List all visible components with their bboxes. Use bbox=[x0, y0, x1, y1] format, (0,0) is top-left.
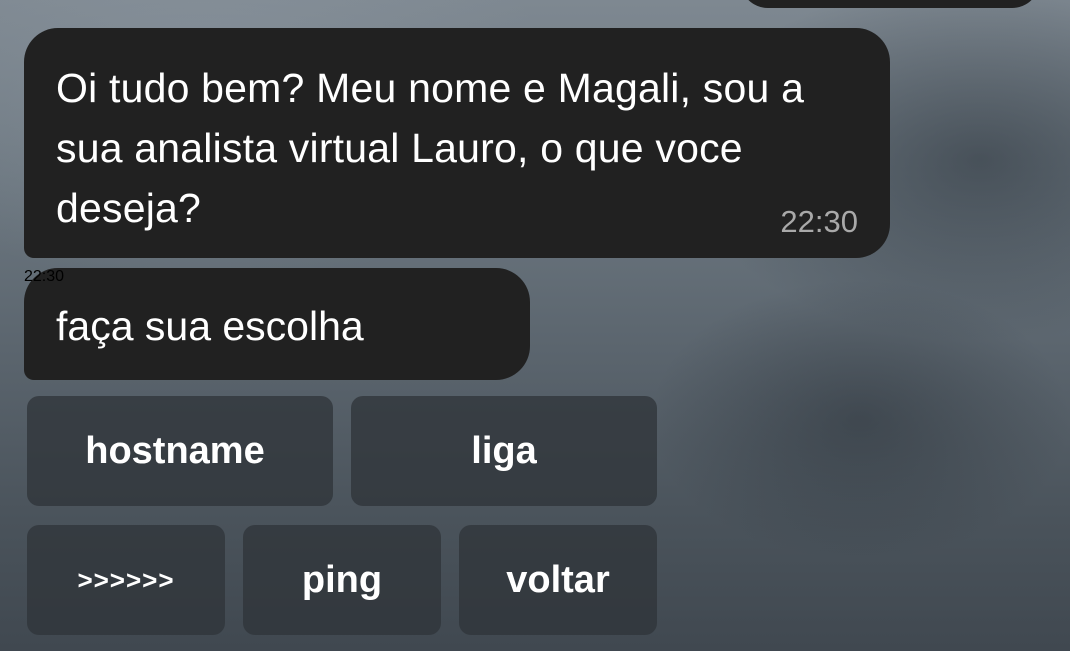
message-time: 22:30 bbox=[780, 204, 858, 239]
keyboard-button-label: >>>>>> bbox=[77, 564, 175, 595]
keyboard-button-label: ping bbox=[301, 558, 383, 601]
message-bubble[interactable]: Oi tudo bem? Meu nome e Magali, sou a su… bbox=[24, 28, 890, 258]
keyboard-button-liga[interactable]: liga bbox=[351, 396, 657, 506]
keyboard-button-voltar[interactable]: voltar bbox=[459, 525, 657, 635]
keyboard-button-label: liga bbox=[471, 429, 537, 472]
message-time: 22:30 bbox=[24, 268, 65, 285]
keyboard-button-ping[interactable]: ping bbox=[243, 525, 441, 635]
keyboard-button-label: voltar bbox=[506, 558, 610, 601]
chat-area: Oi tudo bem? Meu nome e Magali, sou a su… bbox=[0, 0, 1070, 651]
message-text: Oi tudo bem? Meu nome e Magali, sou a su… bbox=[56, 65, 805, 231]
previous-message-bubble bbox=[740, 0, 1040, 8]
keyboard-button-label: hostname bbox=[85, 429, 265, 472]
keyboard-button-hostname[interactable]: hostname bbox=[27, 396, 333, 506]
keyboard-button-more[interactable]: >>>>>> bbox=[27, 525, 225, 635]
